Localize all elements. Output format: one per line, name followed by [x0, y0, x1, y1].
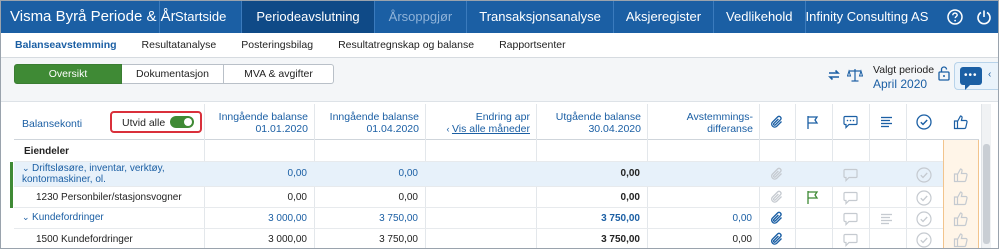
checkmark-circle-icon[interactable] — [916, 232, 932, 248]
ub-value[interactable]: 0,00 — [621, 168, 640, 179]
chevron-down-icon[interactable]: ⌄ — [22, 163, 32, 173]
flag-header-icon[interactable] — [806, 115, 820, 133]
chevron-left-icon: ‹ — [988, 69, 992, 80]
chevron-down-icon[interactable]: ⌄ — [22, 212, 32, 222]
attachment-header-icon[interactable] — [770, 115, 784, 133]
ib1-value[interactable]: 0,00 — [288, 168, 307, 179]
checkmark-circle-icon[interactable] — [916, 211, 932, 230]
scale-icon[interactable] — [846, 68, 864, 85]
expand-all-label: Utvid alle — [122, 117, 166, 129]
top-navigation: Visma Byrå Periode & År Startside Period… — [1, 1, 998, 33]
ib1-value[interactable]: 0,00 — [288, 192, 307, 203]
chat-panel-toggle[interactable]: ••• ‹ — [954, 62, 998, 90]
account-label[interactable]: 1500 Kundefordringer — [36, 234, 133, 245]
account-group-label[interactable]: ⌄ Kundefordringer — [22, 212, 104, 223]
nav-tab-aksjeregister[interactable]: Aksjeregister — [612, 1, 713, 33]
vertical-scrollbar[interactable] — [981, 104, 991, 248]
ub-value[interactable]: 3 750,00 — [601, 234, 640, 245]
balance-table: Balansekonti Utvid alle Inngående balans… — [10, 104, 979, 248]
header-ib-0101[interactable]: Inngående balanse 01.01.2020 — [204, 104, 314, 140]
ub-value[interactable]: 3 750,00 — [601, 213, 640, 224]
diff-value[interactable]: 0,00 — [733, 234, 752, 245]
segment-mva[interactable]: MVA & avgifter — [224, 64, 334, 84]
notes-list-header-icon[interactable] — [880, 116, 894, 131]
subtab-posteringsbilag[interactable]: Posteringsbilag — [241, 39, 313, 51]
expand-all-toggle[interactable] — [170, 116, 194, 128]
comment-icon[interactable] — [843, 212, 858, 229]
help-icon[interactable] — [940, 1, 969, 33]
ib1-value[interactable]: 3 000,00 — [268, 234, 307, 245]
view-segmented-control: Oversikt Dokumentasjon MVA & avgifter — [14, 64, 334, 84]
table-row[interactable]: 1230 Personbiler/stasjonsvogner 0,00 0,0… — [10, 187, 943, 208]
period-label: Valgt periode — [873, 64, 935, 76]
show-all-months-link[interactable]: Vis alle måneder — [452, 123, 530, 135]
period-selector[interactable]: Valgt periode April 2020 — [873, 64, 934, 91]
table-header: Balansekonti Utvid alle Inngående balans… — [14, 104, 979, 140]
header-endring[interactable]: Endring apr ‹ Vis alle måneder — [425, 104, 536, 140]
segment-oversikt[interactable]: Oversikt — [14, 64, 122, 84]
nav-tab-periodeavslutning[interactable]: Periodeavslutning — [241, 1, 374, 33]
header-ib-0104[interactable]: Inngående balanse 01.04.2020 — [314, 104, 425, 140]
checkmark-circle-icon[interactable] — [916, 167, 932, 186]
section-row-eiendeler: Eiendeler — [14, 141, 943, 162]
subtab-rapportsenter[interactable]: Rapportsenter — [499, 39, 566, 51]
attachment-icon[interactable] — [770, 190, 784, 208]
thumbs-up-icon[interactable] — [953, 190, 969, 209]
scrollbar-thumb[interactable] — [983, 144, 990, 244]
account-group-label[interactable]: ⌄ Driftsløsøre, inventar, verktøy, kontor… — [22, 163, 165, 185]
header-avstemmingsdifferanse[interactable]: Avstemmings-differanse — [647, 104, 759, 140]
comment-header-icon[interactable] — [843, 115, 858, 132]
app-window: Visma Byrå Periode & År Startside Period… — [0, 0, 999, 249]
period-value[interactable]: April 2020 — [873, 77, 934, 91]
sub-navigation: Balanseavstemming Resultatanalyse Poster… — [1, 33, 998, 58]
chat-icon: ••• — [960, 67, 982, 90]
table-row[interactable]: ⌄ Driftsløsøre, inventar, verktøy, kontor… — [10, 162, 943, 187]
comment-icon[interactable] — [843, 191, 858, 208]
ub-value[interactable]: 0,00 — [621, 192, 640, 203]
nav-tab-vedlikehold[interactable]: Vedlikehold — [713, 1, 805, 33]
toolbar: Oversikt Dokumentasjon MVA & avgifter Va… — [1, 58, 998, 102]
subtab-resultatregnskap[interactable]: Resultatregnskap og balanse — [338, 39, 474, 51]
header-balansekonti[interactable]: Balansekonti — [22, 104, 102, 140]
subtab-balanseavstemming[interactable]: Balanseavstemming — [15, 39, 117, 51]
ib1-value[interactable]: 3 000,00 — [268, 213, 307, 224]
header-ub-3004[interactable]: Utgående balanse 30.04.2020 — [536, 104, 647, 140]
thumbs-up-icon[interactable] — [953, 167, 969, 186]
account-label[interactable]: 1230 Personbiler/stasjonsvogner — [36, 192, 182, 203]
attachment-icon[interactable] — [770, 232, 784, 248]
nav-tab-arsoppgjor[interactable]: Årsoppgjør — [373, 1, 467, 33]
thumbs-up-icon[interactable] — [953, 232, 969, 248]
ib2-value[interactable]: 0,00 — [399, 192, 418, 203]
refresh-toggle-icon[interactable] — [827, 68, 841, 85]
nav-tab-startside[interactable]: Startside — [159, 1, 241, 33]
section-title: Eiendeler — [24, 146, 70, 157]
app-brand: Visma Byrå Periode & År — [10, 8, 176, 25]
checkmark-circle-header-icon[interactable] — [916, 114, 932, 133]
lock-open-icon[interactable] — [938, 65, 950, 84]
row-status-bar — [10, 162, 13, 187]
ib2-value[interactable]: 0,00 — [399, 168, 418, 179]
comment-icon[interactable] — [843, 168, 858, 185]
comment-icon[interactable] — [843, 233, 858, 248]
thumbs-up-header-icon[interactable] — [953, 114, 969, 133]
segment-dokumentasjon[interactable]: Dokumentasjon — [122, 64, 224, 84]
subtab-resultatanalyse[interactable]: Resultatanalyse — [142, 39, 217, 51]
thumbs-up-icon[interactable] — [953, 211, 969, 230]
nav-tab-transaksjonsanalyse[interactable]: Transaksjonsanalyse — [466, 1, 613, 33]
table-row[interactable]: ⌄ Kundefordringer 3 000,00 3 750,00 3 75… — [14, 208, 943, 229]
ib2-value[interactable]: 3 750,00 — [379, 234, 418, 245]
notes-list-icon[interactable] — [880, 213, 894, 228]
table-row[interactable]: 1500 Kundefordringer 3 000,00 3 750,00 3… — [14, 229, 943, 248]
attachment-icon[interactable] — [770, 167, 784, 185]
company-name[interactable]: Infinity Consulting AS — [806, 1, 941, 33]
flag-icon[interactable] — [806, 190, 820, 208]
power-icon[interactable] — [969, 1, 998, 33]
diff-value[interactable]: 0,00 — [733, 213, 752, 224]
attachment-icon[interactable] — [770, 211, 784, 229]
ib2-value[interactable]: 3 750,00 — [379, 213, 418, 224]
expand-all-control[interactable]: Utvid alle — [110, 111, 202, 133]
row-status-bar — [10, 187, 13, 208]
checkmark-circle-icon[interactable] — [916, 190, 932, 209]
